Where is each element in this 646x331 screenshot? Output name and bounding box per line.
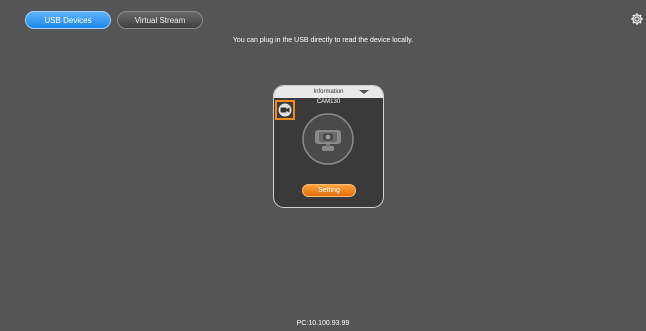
camera-icon[interactable] (275, 100, 295, 120)
webcam-icon (302, 113, 354, 165)
setting-button[interactable]: Setting (302, 184, 356, 197)
tab-virtual-stream[interactable]: Virtual Stream (117, 11, 203, 29)
information-label: Information (313, 89, 344, 95)
device-card: Information CAM130 Setting (273, 85, 384, 208)
information-dropdown[interactable]: Information (274, 86, 383, 98)
tab-usb-devices[interactable]: USB Devices (25, 11, 111, 29)
chevron-down-icon[interactable] (359, 90, 369, 94)
device-source-tabs: USB Devices Virtual Stream (25, 11, 203, 29)
gear-icon[interactable] (630, 12, 644, 26)
usb-hint-text: You can plug in the USB directly to read… (232, 37, 414, 44)
pc-address: PC:10.100.93.99 (296, 320, 350, 327)
